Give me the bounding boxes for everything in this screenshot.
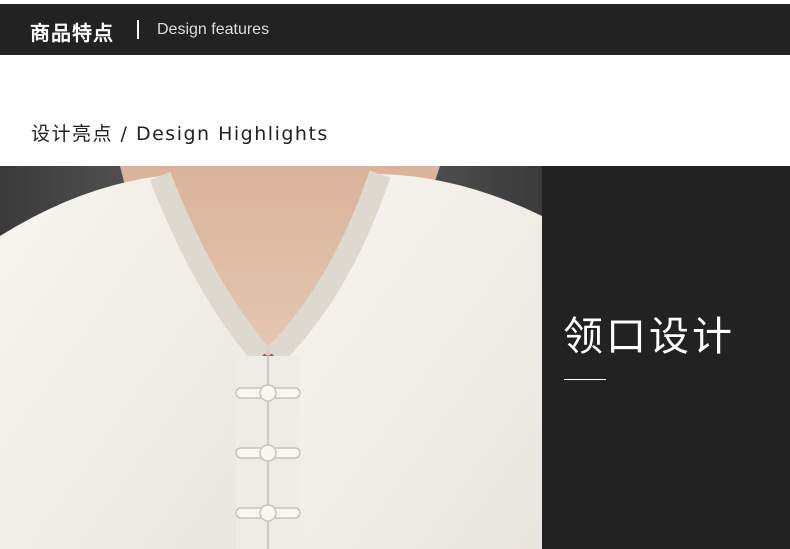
section-title-en: Design features [157, 21, 270, 38]
section-title-cn: 商品特点 [30, 21, 114, 45]
collar-illustration [0, 166, 542, 549]
feature-panel: 领口设计 [542, 166, 790, 549]
collar-detail-photo [0, 166, 542, 549]
feature-underline [564, 379, 606, 380]
feature-title: 领口设计 [563, 314, 735, 360]
design-highlights-heading: 设计亮点 / Design Highlights [31, 123, 329, 145]
section-header-bar: 商品特点 Design features [0, 4, 790, 55]
header-separator [137, 20, 139, 39]
